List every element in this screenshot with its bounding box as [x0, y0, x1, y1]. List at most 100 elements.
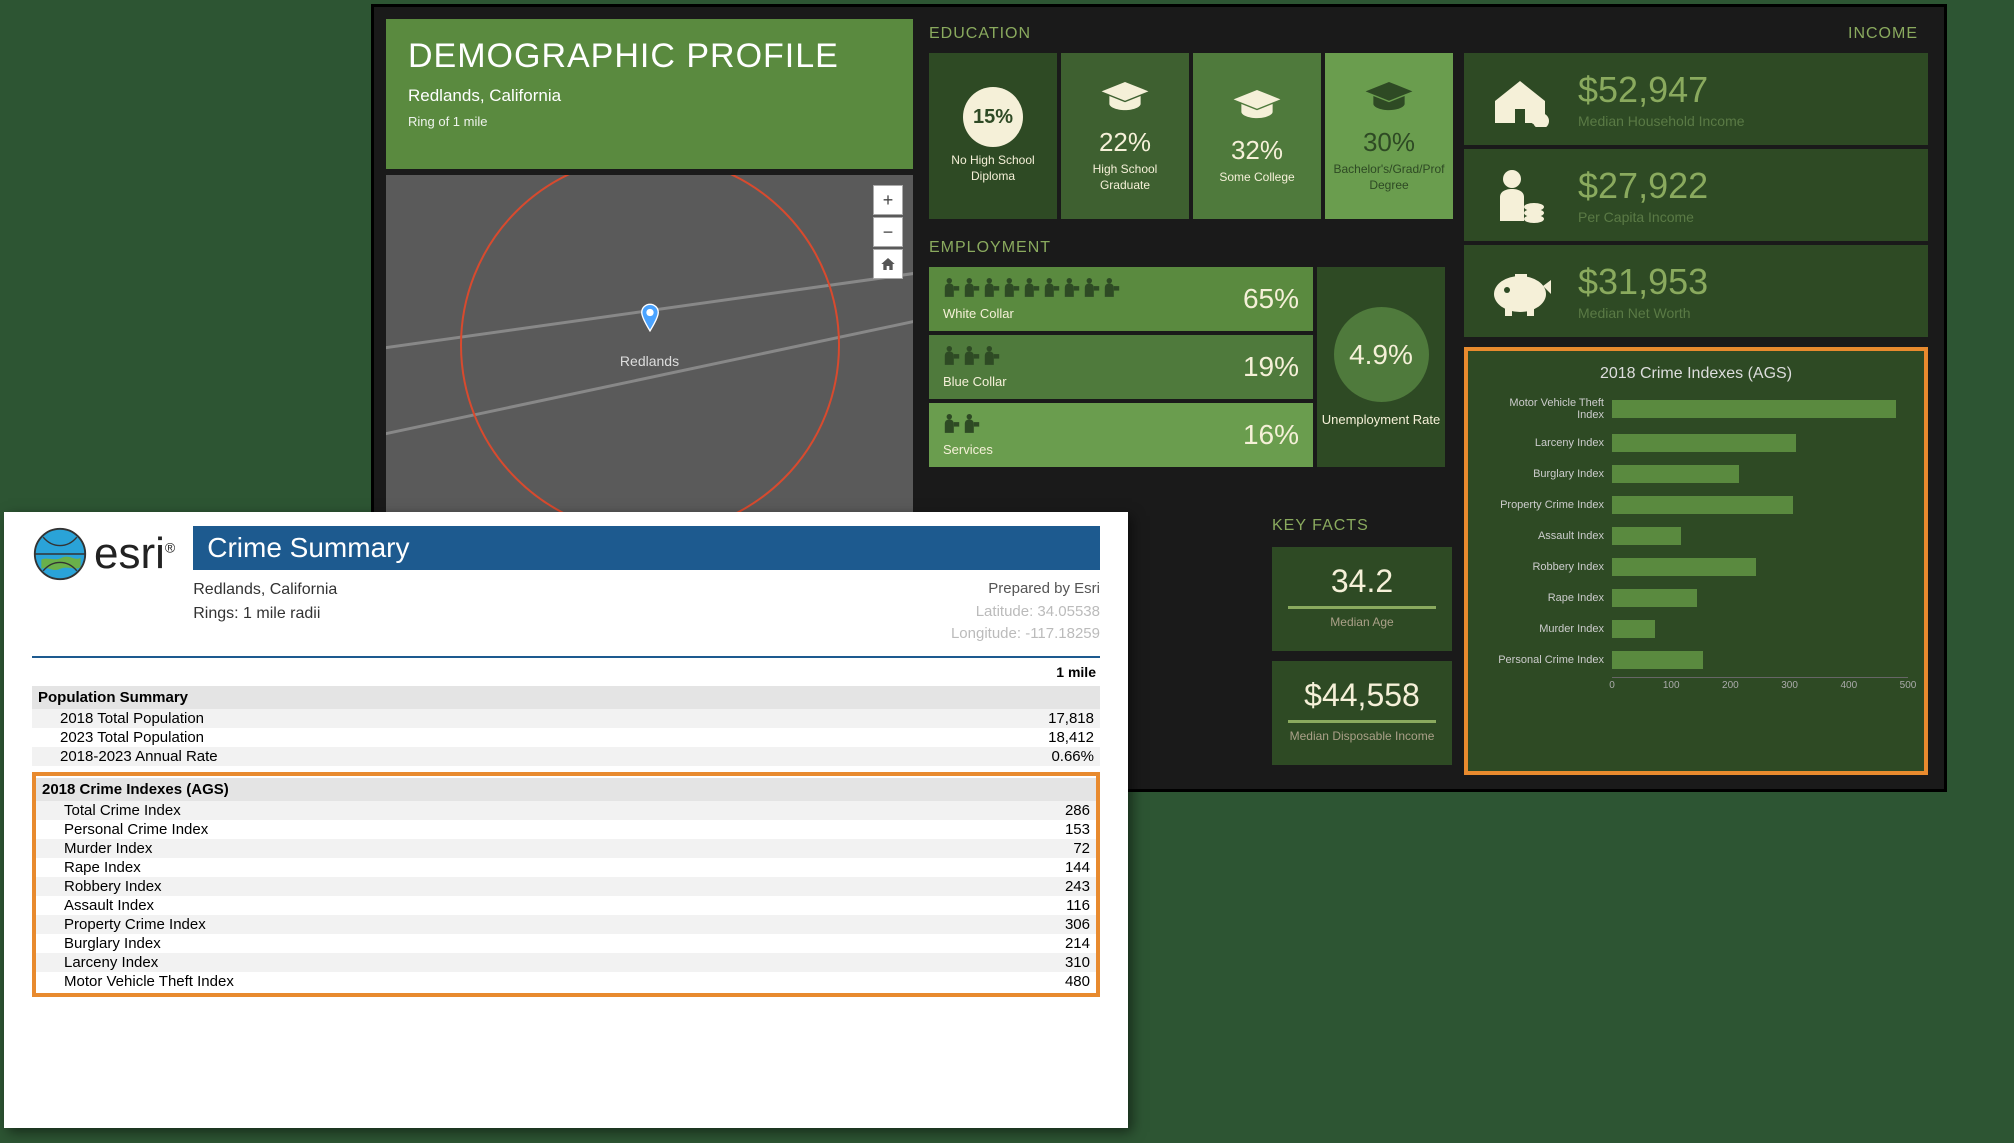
report-prepared-by: Prepared by Esri	[951, 578, 1100, 601]
unemployment-card: 4.9% Unemployment Rate	[1317, 267, 1445, 467]
worker-icons	[943, 345, 1229, 370]
divider	[1288, 720, 1436, 723]
keyfact-median-age: 34.2 Median Age	[1272, 547, 1452, 651]
row-value: 480	[1000, 973, 1090, 990]
unemployment-pct: 4.9%	[1334, 307, 1429, 402]
report-latitude: Latitude: 34.05538	[951, 601, 1100, 624]
chart-bars: Motor Vehicle Theft Index Larceny Index Bu…	[1484, 397, 1908, 669]
emp-bar-white-collar: White Collar 65%	[929, 267, 1313, 331]
esri-logo: esri®	[32, 526, 175, 582]
row-name: Murder Index	[64, 840, 1000, 857]
emp-name: White Collar	[943, 306, 1229, 321]
keyfact-label: Median Age	[1330, 615, 1393, 629]
chart-bar	[1612, 589, 1697, 607]
section-crime-indexes: 2018 Crime Indexes (AGS)	[36, 778, 1096, 801]
chart-tick: 100	[1663, 680, 1680, 691]
table-row: 2018 Total Population17,818	[32, 709, 1100, 728]
keyfact-label: Median Disposable Income	[1290, 729, 1435, 743]
row-name: Personal Crime Index	[64, 821, 1000, 838]
chart-row: Motor Vehicle Theft Index	[1484, 397, 1908, 421]
zoom-out-button[interactable]: −	[873, 217, 903, 247]
home-button[interactable]	[873, 249, 903, 279]
income-cards: $52,947 Median Household Income $27,922 …	[1464, 53, 1928, 337]
keyfact-value: $44,558	[1304, 677, 1420, 714]
chart-bar	[1612, 496, 1793, 514]
emp-bar-services: Services 16%	[929, 403, 1313, 467]
column-header: 1 mile	[32, 662, 1100, 682]
report-location: Redlands, California	[193, 578, 337, 602]
row-name: Motor Vehicle Theft Index	[64, 973, 1000, 990]
zoom-in-button[interactable]: +	[873, 185, 903, 215]
chart-category: Robbery Index	[1484, 561, 1612, 573]
chart-category: Larceny Index	[1484, 437, 1612, 449]
income-heading: INCOME	[1848, 25, 1918, 43]
edu-pct-circle: 15%	[963, 87, 1023, 147]
emp-pct: 16%	[1229, 419, 1299, 451]
unemployment-label: Unemployment Rate	[1322, 412, 1441, 427]
row-name: 2018 Total Population	[60, 710, 1004, 727]
row-value: 0.66%	[1004, 748, 1094, 765]
chart-category: Property Crime Index	[1484, 499, 1612, 511]
chart-category: Murder Index	[1484, 623, 1612, 635]
table-row: Rape Index144	[36, 858, 1096, 877]
row-value: 144	[1000, 859, 1090, 876]
edu-card-bachelors: 30% Bachelor's/Grad/Prof Degree	[1325, 53, 1453, 219]
income-label: Median Household Income	[1578, 113, 1745, 129]
row-value: 153	[1000, 821, 1090, 838]
chart-category: Burglary Index	[1484, 468, 1612, 480]
emp-name: Blue Collar	[943, 374, 1229, 389]
keyfact-disposable-income: $44,558 Median Disposable Income	[1272, 661, 1452, 765]
row-name: Rape Index	[64, 859, 1000, 876]
worker-icons	[943, 277, 1229, 302]
edu-card-no-diploma: 15% No High School Diploma	[929, 53, 1057, 219]
map-widget[interactable]: Redlands + −	[386, 175, 913, 515]
income-card-percapita: $27,922 Per Capita Income	[1464, 149, 1928, 241]
population-rows: 2018 Total Population17,8182023 Total Po…	[32, 709, 1100, 766]
map-controls: + −	[873, 185, 903, 279]
edu-pct: 30%	[1363, 127, 1415, 158]
chart-bar	[1612, 620, 1655, 638]
row-value: 214	[1000, 935, 1090, 952]
row-name: Burglary Index	[64, 935, 1000, 952]
income-card-networth: $31,953 Median Net Worth	[1464, 245, 1928, 337]
emp-pct: 19%	[1229, 351, 1299, 383]
report-meta: Redlands, California Rings: 1 mile radii…	[193, 578, 1100, 646]
row-value: 72	[1000, 840, 1090, 857]
ring-label: Ring of 1 mile	[408, 114, 891, 129]
row-value: 286	[1000, 802, 1090, 819]
chart-tick: 300	[1781, 680, 1798, 691]
chart-bar	[1612, 400, 1896, 418]
worker-icons	[943, 413, 1229, 438]
brand-label: esri®	[94, 529, 175, 579]
row-name: Larceny Index	[64, 954, 1000, 971]
row-name: Total Crime Index	[64, 802, 1000, 819]
edu-card-some-college: 32% Some College	[1193, 53, 1321, 219]
edu-pct: 32%	[1231, 135, 1283, 166]
chart-row: Assault Index	[1484, 527, 1908, 545]
crime-chart-panel: 2018 Crime Indexes (AGS) Motor Vehicle T…	[1464, 347, 1928, 775]
chart-tick: 400	[1840, 680, 1857, 691]
edu-label: No High School Diploma	[935, 153, 1051, 184]
edu-label: Some College	[1219, 170, 1294, 186]
row-name: Robbery Index	[64, 878, 1000, 895]
row-value: 116	[1000, 897, 1090, 914]
employment-heading: EMPLOYMENT	[929, 239, 1051, 257]
table-row: Personal Crime Index153	[36, 820, 1096, 839]
row-name: 2018-2023 Annual Rate	[60, 748, 1004, 765]
income-label: Per Capita Income	[1578, 209, 1708, 225]
divider	[1288, 606, 1436, 609]
section-population-summary: Population Summary	[32, 686, 1100, 709]
table-row: Motor Vehicle Theft Index480	[36, 972, 1096, 991]
chart-row: Property Crime Index	[1484, 496, 1908, 514]
table-row: Property Crime Index306	[36, 915, 1096, 934]
chart-row: Personal Crime Index	[1484, 651, 1908, 669]
education-cards: 15% No High School Diploma 22% High Scho…	[929, 53, 1453, 219]
emp-name: Services	[943, 442, 1229, 457]
home-icon	[880, 256, 896, 272]
table-row: Assault Index116	[36, 896, 1096, 915]
chart-category: Rape Index	[1484, 592, 1612, 604]
employment-section: White Collar 65% Blue Collar 19% Service…	[929, 267, 1445, 467]
report-title: Crime Summary	[193, 526, 1100, 570]
employment-bars: White Collar 65% Blue Collar 19% Service…	[929, 267, 1313, 467]
keyfact-value: 34.2	[1331, 563, 1393, 600]
